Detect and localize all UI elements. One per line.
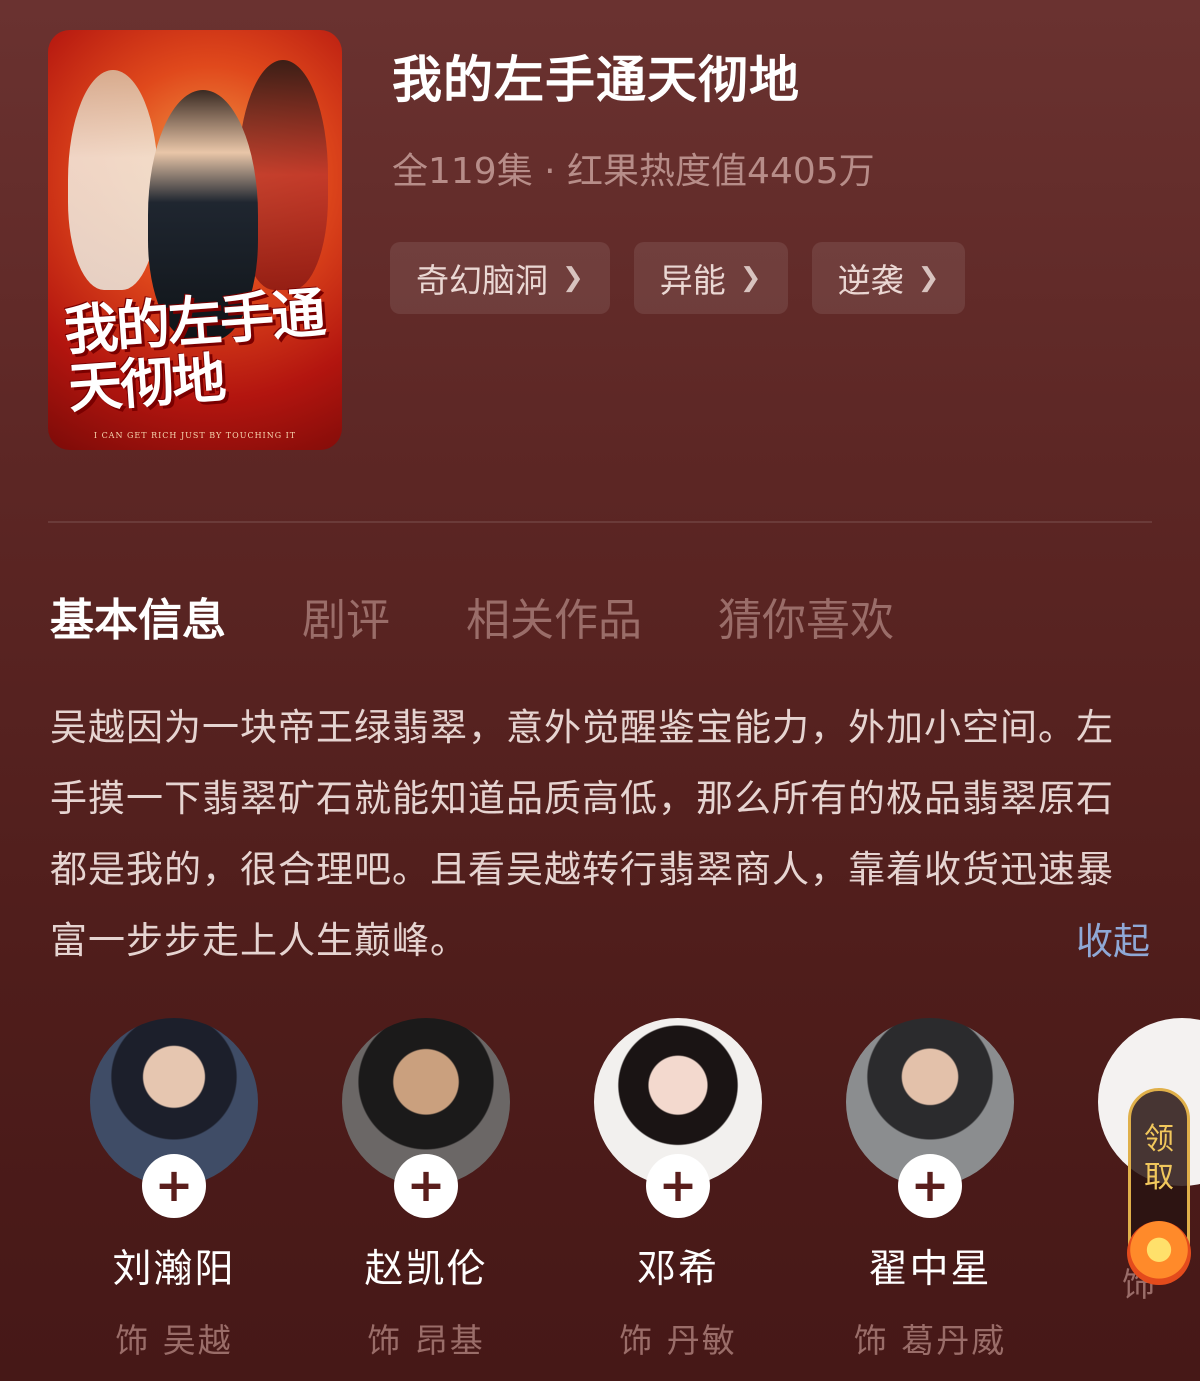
drama-title: 我的左手通天彻地 bbox=[392, 51, 800, 109]
cast-name: 翟中星 bbox=[868, 1247, 992, 1292]
poster-subtitle: I CAN GET RICH JUST BY TOUCHING IT bbox=[93, 431, 297, 440]
poster-figure-left bbox=[68, 70, 158, 290]
cast-member[interactable]: + 翟中星 饰 葛丹威 bbox=[830, 1018, 1030, 1362]
poster-title: 我的左手通天彻地 bbox=[62, 280, 326, 421]
tab-reviews[interactable]: 剧评 bbox=[302, 584, 390, 648]
tag-chip[interactable]: 异能 ❯ bbox=[633, 242, 788, 314]
cast-name: 赵凯伦 bbox=[364, 1247, 488, 1292]
avatar[interactable]: + bbox=[90, 1018, 258, 1218]
cast-member[interactable]: + 赵凯伦 饰 昂基 bbox=[326, 1018, 526, 1362]
reward-badge[interactable]: 领 取 bbox=[1127, 1088, 1191, 1285]
cast-role: 饰 吴越 bbox=[115, 1321, 233, 1360]
drama-poster[interactable]: 我的左手通天彻地 I CAN GET RICH JUST BY TOUCHING… bbox=[48, 30, 342, 450]
divider bbox=[48, 521, 1152, 523]
avatar[interactable]: + bbox=[594, 1018, 762, 1218]
chevron-right-icon: ❯ bbox=[739, 263, 762, 293]
plus-icon[interactable]: + bbox=[646, 1154, 710, 1218]
cast-role: 饰 葛丹威 bbox=[853, 1321, 1007, 1360]
tag-label: 逆袭 bbox=[837, 261, 904, 300]
cast-member[interactable]: + 邓希 饰 丹敏 bbox=[578, 1018, 778, 1362]
drama-description: 吴越因为一块帝王绿翡翠，意外觉醒鉴宝能力，外加小空间。左手摸一下翡翠矿石就能知道… bbox=[50, 706, 1114, 962]
collapse-link[interactable]: 收起 bbox=[1076, 906, 1150, 977]
reward-badge-label: 领 bbox=[1144, 1122, 1174, 1157]
cast-name: 邓希 bbox=[636, 1247, 719, 1292]
reward-badge-label: 取 bbox=[1144, 1160, 1174, 1195]
chevron-right-icon: ❯ bbox=[562, 263, 584, 293]
plus-icon[interactable]: + bbox=[394, 1154, 458, 1218]
tag-label: 异能 bbox=[659, 261, 726, 300]
plus-icon[interactable]: + bbox=[898, 1154, 962, 1218]
tag-chip[interactable]: 奇幻脑洞 ❯ bbox=[390, 242, 610, 314]
tab-basic-info[interactable]: 基本信息 bbox=[50, 584, 226, 648]
avatar[interactable]: + bbox=[846, 1018, 1014, 1218]
tag-label: 奇幻脑洞 bbox=[416, 261, 548, 300]
tab-related-works[interactable]: 相关作品 bbox=[466, 584, 642, 648]
cast-list: + 刘瀚阳 饰 吴越 + 赵凯伦 饰 昂基 + 邓希 饰 丹敏 + 翟中星 饰 … bbox=[0, 1018, 1200, 1381]
cast-role: 饰 昂基 bbox=[367, 1321, 485, 1360]
coin-icon bbox=[1127, 1221, 1191, 1285]
cast-name: 刘瀚阳 bbox=[112, 1247, 236, 1292]
cast-role: 饰 丹敏 bbox=[619, 1321, 737, 1360]
tab-bar: 基本信息 剧评 相关作品 猜你喜欢 bbox=[50, 584, 970, 648]
tag-list: 奇幻脑洞 ❯ 异能 ❯ 逆袭 ❯ bbox=[390, 242, 966, 314]
cast-member[interactable]: + 刘瀚阳 饰 吴越 bbox=[74, 1018, 274, 1362]
tag-chip[interactable]: 逆袭 ❯ bbox=[811, 242, 966, 314]
avatar[interactable]: + bbox=[342, 1018, 510, 1218]
plus-icon[interactable]: + bbox=[142, 1154, 206, 1218]
tab-recommendations[interactable]: 猜你喜欢 bbox=[718, 584, 894, 648]
drama-meta: 全119集 · 红果热度值4405万 bbox=[392, 151, 875, 192]
chevron-right-icon: ❯ bbox=[917, 263, 940, 293]
